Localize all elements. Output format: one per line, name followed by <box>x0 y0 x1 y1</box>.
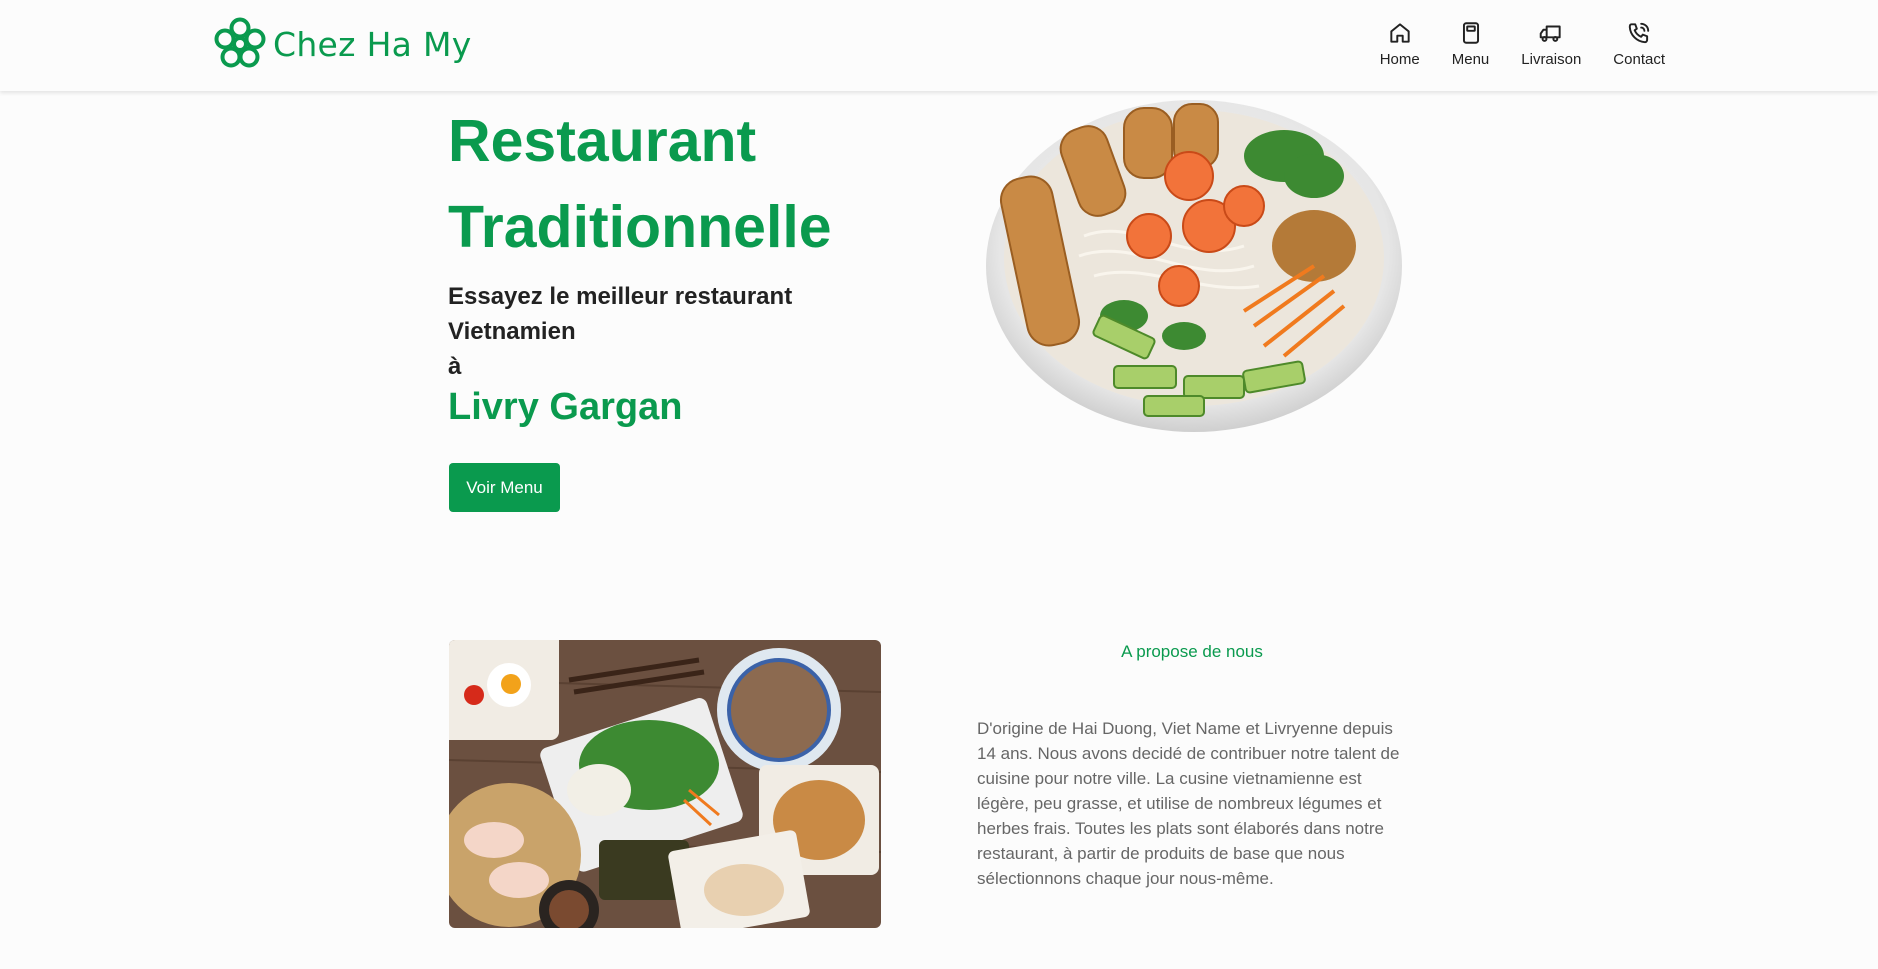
hero-subtitle-line2: Vietnamien <box>448 318 576 345</box>
site-header: Chez Ha My Home Menu Livraison Contact <box>0 0 1878 91</box>
noodle-bowl-photo <box>986 100 1402 432</box>
nav-item-contact[interactable]: Contact <box>1597 20 1665 68</box>
nav-label-livraison: Livraison <box>1521 51 1582 68</box>
vietnamese-dishes-photo <box>449 640 881 928</box>
hero-subtitle-line1: Essayez le meilleur restaurant <box>448 283 793 310</box>
main-nav: Home Menu Livraison Contact <box>1364 20 1665 68</box>
hero-subtitle-line3: à <box>448 353 462 380</box>
flower-logo-icon <box>214 17 266 68</box>
nav-item-livraison[interactable]: Livraison <box>1505 20 1597 68</box>
nav-label-home: Home <box>1379 51 1420 68</box>
about-kicker: A propose de nous <box>1121 642 1263 661</box>
hero-title-line2: Traditionnelle <box>448 194 832 260</box>
truck-icon <box>1540 25 1561 42</box>
hero-title-line1: Restaurant <box>448 108 757 174</box>
book-icon <box>1462 22 1479 44</box>
hero-title: Restaurant Traditionnelle <box>448 98 832 270</box>
nav-label-contact: Contact <box>1613 51 1665 68</box>
phone-icon <box>1628 22 1650 44</box>
home-icon <box>1390 23 1410 43</box>
voir-menu-button[interactable]: Voir Menu <box>449 463 560 512</box>
hero-subtitle: Essayez le meilleur restaurant Vietnamie… <box>448 279 868 384</box>
nav-item-menu[interactable]: Menu <box>1436 20 1506 68</box>
hero-city: Livry Gargan <box>448 386 683 428</box>
nav-label-menu: Menu <box>1451 51 1490 68</box>
about-description: D'origine de Hai Duong, Viet Name et Liv… <box>977 719 1400 888</box>
nav-item-home[interactable]: Home <box>1364 20 1436 68</box>
brand-logo[interactable]: Chez Ha My <box>213 16 472 72</box>
brand-name: Chez Ha My <box>273 24 472 64</box>
